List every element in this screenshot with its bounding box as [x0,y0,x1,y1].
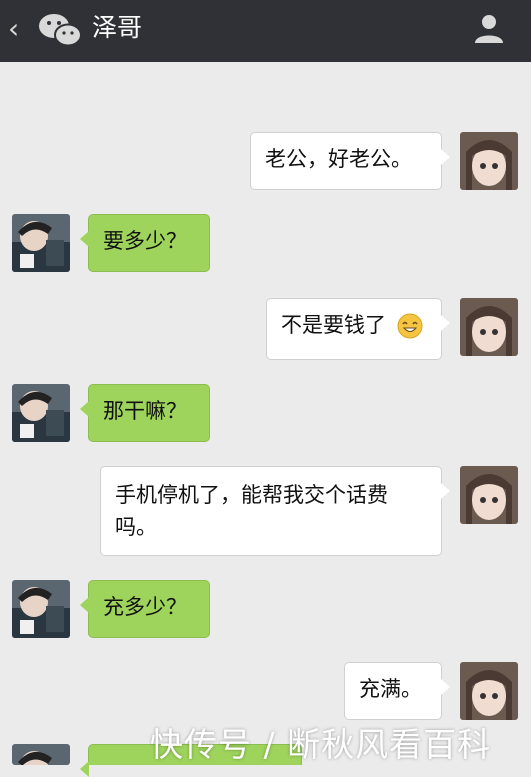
message-bubble-outgoing[interactable]: 不是要钱了 [266,298,450,360]
avatar-self[interactable] [460,466,518,524]
message-text: 不是要钱了 [281,313,386,337]
avatar-contact[interactable] [12,384,70,442]
chat-area[interactable]: 老公，好老公。 要多少？ 不是要钱了 那干嘛？ 手机停机了，能帮我交个话费吗。 [0,62,531,777]
watermark: 快传号 / 断秋风看百科 [150,725,492,764]
message-bubble-incoming[interactable]: 要多少？ [80,214,210,272]
message-text: 充满。 [359,677,422,701]
message-text: 老公，好老公。 [265,147,412,171]
avatar-contact[interactable] [12,580,70,638]
message-text: 手机停机了，能帮我交个话费吗。 [115,483,388,539]
back-icon[interactable]: ‹ [8,14,19,44]
top-bar: ‹ 泽哥 [0,0,531,62]
message-text: 要多少？ [103,229,187,253]
message-bubble-incoming[interactable]: 那干嘛？ [80,384,210,442]
message-bubble-outgoing[interactable]: 手机停机了，能帮我交个话费吗。 [100,466,450,556]
message-text: 充多少？ [103,595,187,619]
avatar-self[interactable] [460,132,518,190]
wechat-icon [39,14,82,47]
message-bubble-outgoing[interactable]: 充满。 [344,662,450,720]
avatar-contact[interactable] [12,744,70,765]
message-bubble-outgoing[interactable]: 老公，好老公。 [250,132,450,190]
avatar-contact[interactable] [12,214,70,272]
message-bubble-incoming[interactable]: 充多少？ [80,580,210,638]
avatar-self[interactable] [460,298,518,356]
profile-icon[interactable] [473,12,505,44]
smile-emoji-icon [397,313,423,339]
chat-title: 泽哥 [92,13,143,42]
message-text: 那干嘛？ [103,399,187,423]
avatar-self[interactable] [460,662,518,720]
